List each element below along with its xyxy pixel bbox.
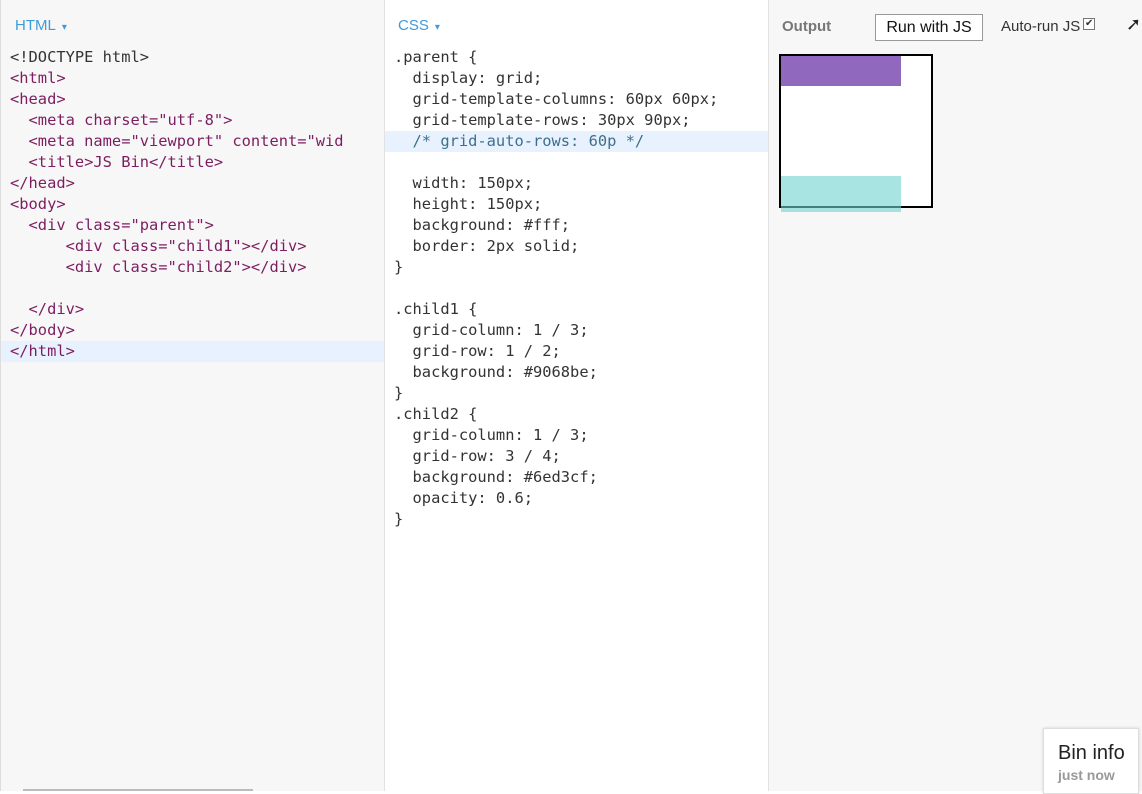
code-line: background: #fff; [394, 216, 571, 234]
code-line: </body> [10, 321, 75, 339]
bin-info-timestamp: just now [1058, 767, 1115, 783]
code-line: } [394, 258, 404, 276]
auto-run-checkbox[interactable]: ✔ [1083, 18, 1096, 30]
code-line: <!DOCTYPE html> [10, 48, 149, 66]
code-line: <meta name="viewport" content="wid [10, 132, 344, 150]
code-line: grid-column: 1 / 3; [394, 426, 589, 444]
code-line: .child1 { [394, 300, 478, 318]
code-line: <html> [10, 69, 66, 87]
bin-info-title: Bin info [1058, 742, 1125, 764]
run-with-js-button[interactable]: Run with JS [875, 14, 983, 41]
output-panel: Output Run with JS Auto-run JS ✔ ➚ [769, 0, 1142, 791]
html-panel-label: HTML [15, 17, 56, 34]
code-line: } [394, 384, 404, 402]
code-line: <head> [10, 90, 66, 108]
code-line: </div> [10, 300, 85, 318]
output-child2 [781, 176, 901, 212]
css-panel-label: CSS [398, 17, 429, 34]
code-line: background: #6ed3cf; [394, 468, 598, 486]
code-line: width: 150px; [394, 174, 533, 192]
html-code[interactable]: <!DOCTYPE html> <html> <head> <meta char… [1, 47, 384, 362]
code-line: .child2 { [394, 405, 478, 423]
output-child1 [781, 56, 901, 86]
html-panel-toggle[interactable]: HTML ▾ [15, 17, 67, 34]
css-panel-toggle[interactable]: CSS ▾ [398, 17, 440, 34]
code-line: opacity: 0.6; [394, 489, 533, 507]
code-line: grid-row: 3 / 4; [394, 447, 561, 465]
code-line: <title>JS Bin</title> [10, 153, 224, 171]
bin-info-panel[interactable]: Bin info just now [1043, 728, 1139, 794]
code-line: .parent { [394, 48, 478, 66]
code-line: background: #9068be; [394, 363, 598, 381]
caret-down-icon: ▾ [61, 22, 67, 33]
code-line: grid-row: 1 / 2; [394, 342, 561, 360]
output-label: Output [782, 18, 832, 35]
code-line: <body> [10, 195, 66, 213]
code-line: border: 2px solid; [394, 237, 580, 255]
code-line-active: </html> [1, 341, 384, 362]
code-line: <div class="child2"></div> [10, 258, 307, 276]
code-line: grid-column: 1 / 3; [394, 321, 589, 339]
code-line: grid-template-rows: 30px 90px; [394, 111, 691, 129]
code-line: } [394, 510, 404, 528]
output-preview-parent [779, 54, 933, 212]
expand-arrow-icon[interactable]: ➚ [1126, 14, 1141, 35]
code-line: <div class="parent"> [10, 216, 214, 234]
auto-run-js-toggle[interactable]: Auto-run JS ✔ [1001, 18, 1096, 35]
code-line-active: /* grid-auto-rows: 60p */ [385, 131, 768, 152]
auto-run-js-label: Auto-run JS [1001, 18, 1081, 35]
code-line: display: grid; [394, 69, 543, 87]
code-line: </head> [10, 174, 75, 192]
code-line: <meta charset="utf-8"> [10, 111, 233, 129]
html-editor-panel[interactable]: HTML ▾ <!DOCTYPE html> <html> <head> <met… [0, 0, 385, 791]
css-code[interactable]: .parent { display: grid; grid-template-c… [385, 47, 768, 530]
code-line: grid-template-columns: 60px 60px; [394, 90, 719, 108]
css-editor-panel[interactable]: CSS ▾ .parent { display: grid; grid-templ… [385, 0, 769, 791]
caret-down-icon: ▾ [434, 22, 440, 33]
code-line: <div class="child1"></div> [10, 237, 307, 255]
code-line: height: 150px; [394, 195, 543, 213]
